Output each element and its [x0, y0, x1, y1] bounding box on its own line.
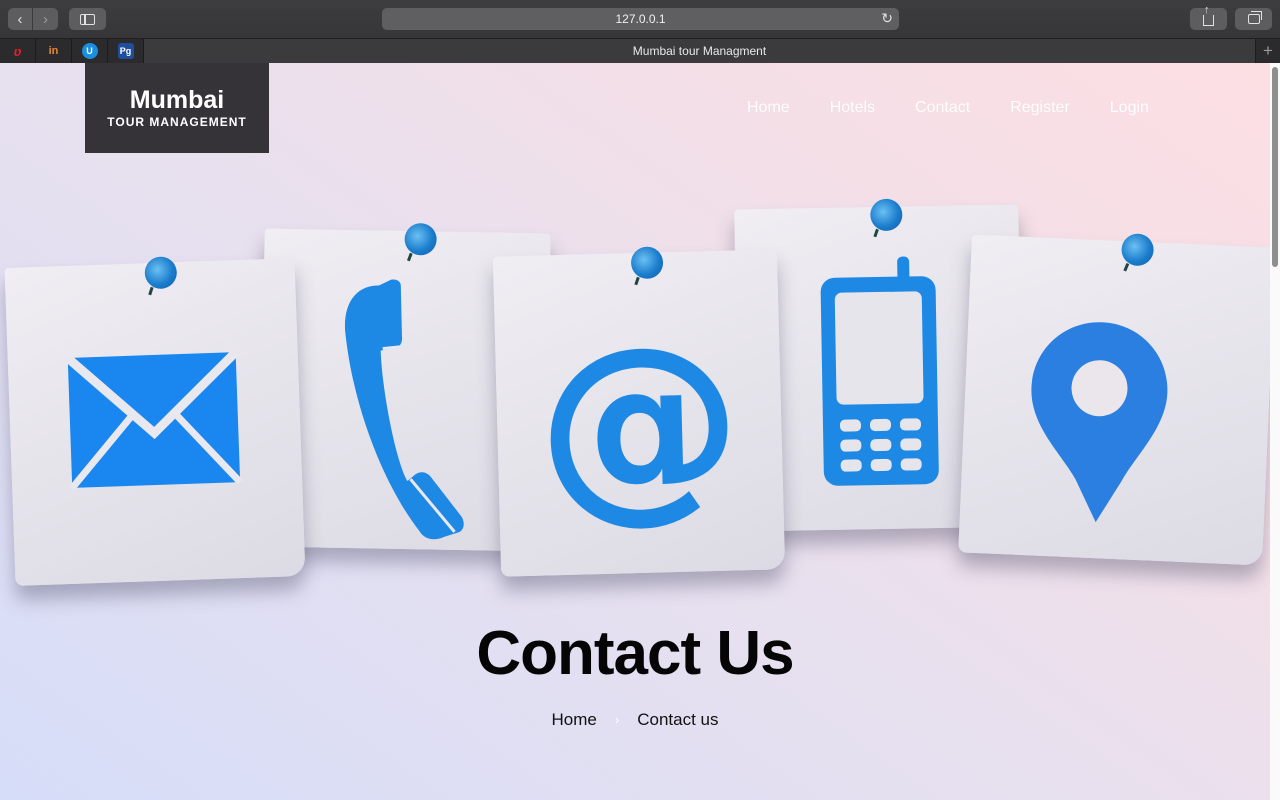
address-bar[interactable]: 127.0.0.1 ↻ — [382, 8, 899, 30]
nav-register[interactable]: Register — [1010, 99, 1070, 117]
logo-subtitle: TOUR MANAGEMENT — [107, 115, 247, 129]
note-location — [958, 233, 1270, 566]
tabs-overview-icon[interactable] — [1235, 8, 1272, 30]
svg-text:@: @ — [534, 301, 745, 544]
pinned-tab[interactable]: ʋ — [0, 39, 36, 63]
logo-title: Mumbai — [129, 86, 225, 114]
location-pin-icon — [1031, 322, 1168, 523]
pinned-tab[interactable]: U — [72, 39, 108, 63]
new-tab-icon[interactable]: + — [1256, 39, 1280, 63]
back-icon[interactable]: ‹ — [8, 8, 33, 30]
tab-bar: ʋ in U Pg Mumbai tour Managment + — [0, 38, 1280, 63]
contact-hero-image: @ — [0, 193, 1270, 613]
nav-login[interactable]: Login — [1110, 99, 1149, 117]
page-scrollbar[interactable] — [1270, 63, 1280, 800]
main-nav: Home Hotels Contact Register Login — [747, 99, 1149, 117]
site-logo[interactable]: Mumbai TOUR MANAGEMENT — [85, 63, 269, 153]
sidebar-icon[interactable] — [69, 8, 106, 30]
reload-icon[interactable]: ↻ — [881, 10, 893, 27]
favicon-icon: Pg — [117, 43, 134, 59]
breadcrumb-current: Contact us — [637, 710, 719, 729]
envelope-icon — [64, 348, 243, 491]
share-icon[interactable] — [1190, 5, 1227, 30]
breadcrumb-home[interactable]: Home — [552, 710, 597, 730]
history-nav: ‹ › — [8, 8, 58, 30]
address-url: 127.0.0.1 — [615, 12, 666, 26]
chevron-right-icon: › — [614, 712, 620, 727]
pinned-tab[interactable]: in — [36, 39, 72, 63]
pinned-tab[interactable]: Pg — [108, 39, 144, 63]
nav-hotels[interactable]: Hotels — [830, 99, 875, 117]
page-content: Mumbai TOUR MANAGEMENT Home Hotels Conta… — [0, 63, 1270, 800]
at-sign-icon: @ — [534, 301, 745, 544]
nav-contact[interactable]: Contact — [915, 99, 970, 117]
breadcrumb: Home › Contact us — [0, 710, 1270, 730]
scroll-thumb[interactable] — [1272, 67, 1278, 267]
nav-home[interactable]: Home — [747, 99, 790, 117]
page-title: Contact Us — [476, 619, 794, 688]
note-at-sign: @ — [492, 246, 786, 577]
browser-toolbar: ‹ › 127.0.0.1 ↻ — [0, 0, 1280, 38]
note-email — [4, 256, 306, 586]
favicon-icon: U — [81, 43, 98, 59]
active-tab[interactable]: Mumbai tour Managment — [144, 39, 1256, 63]
favicon-icon: ʋ — [13, 43, 22, 59]
forward-icon[interactable]: › — [33, 8, 58, 30]
favicon-icon: in — [48, 45, 59, 57]
